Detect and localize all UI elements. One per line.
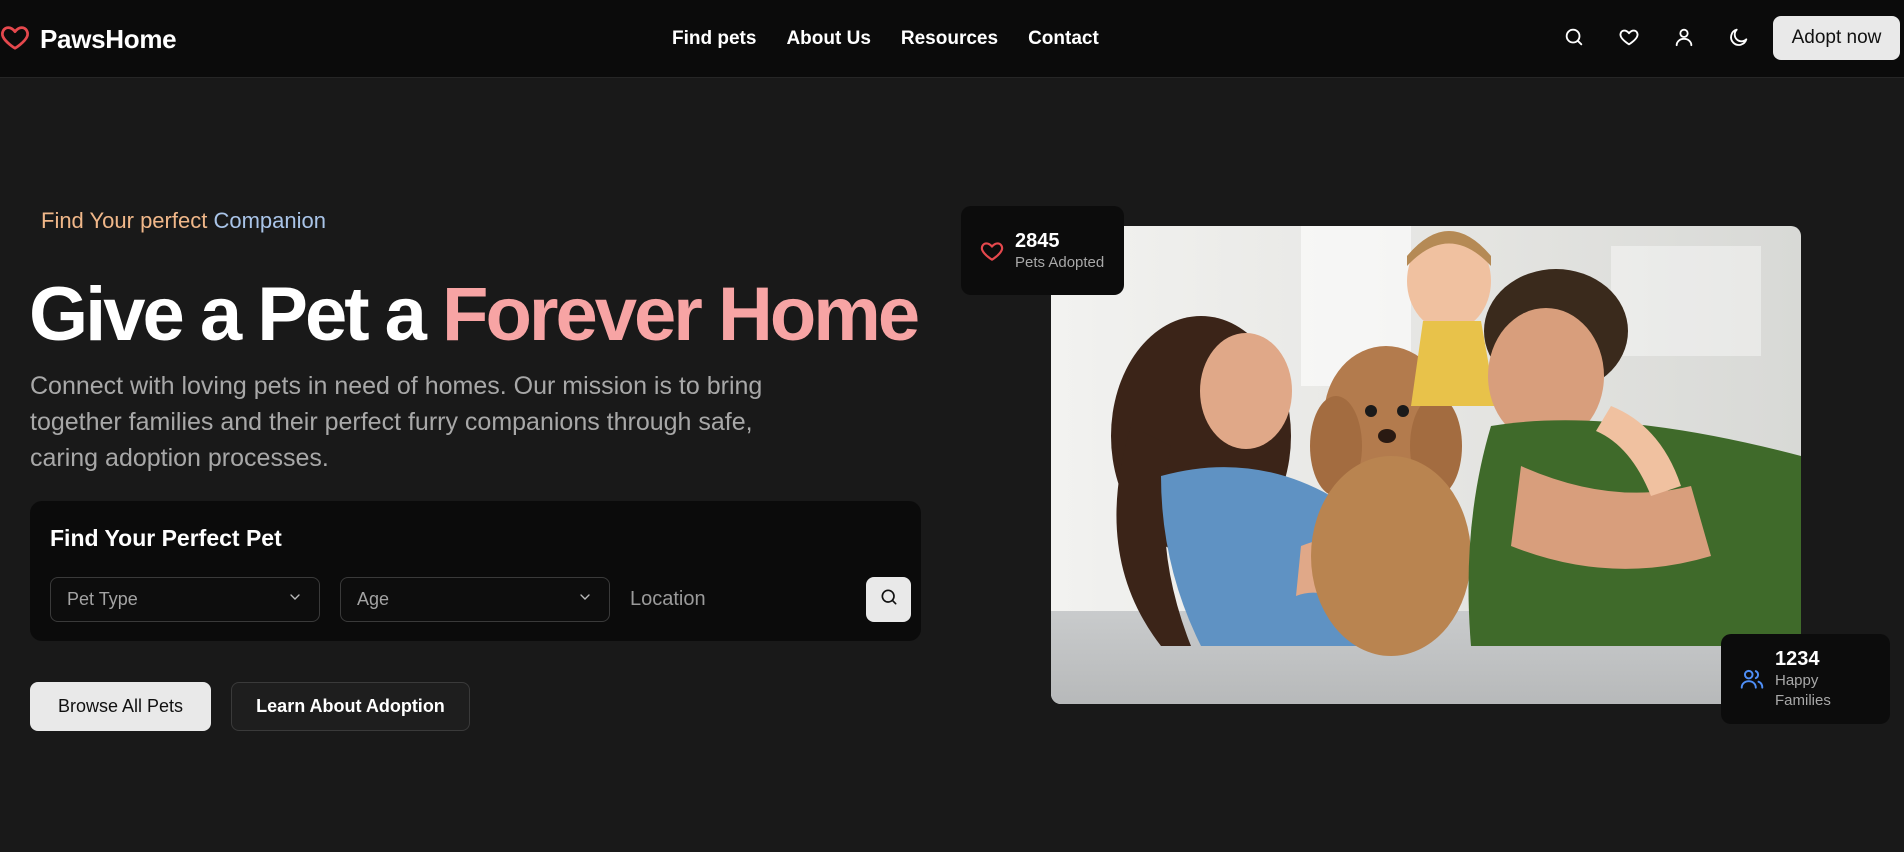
search-icon[interactable] [1563, 26, 1585, 48]
nav-link-resources[interactable]: Resources [901, 28, 998, 50]
stat-value: 2845 [1015, 229, 1060, 252]
navbar: PawsHome Find pets About Us Resources Co… [0, 0, 1904, 78]
stat-pets-adopted: 2845 Pets Adopted [961, 206, 1124, 295]
stat-label: Happy Families [1775, 672, 1831, 709]
hero-description: Connect with loving pets in need of home… [30, 372, 763, 472]
hero-tagline: Find Your perfect Companion [41, 208, 326, 234]
headline-part-1: Give a Pet a [29, 272, 443, 357]
stat-value: 1234 [1775, 648, 1820, 670]
brand-logo[interactable]: PawsHome [0, 22, 177, 57]
age-value: Age [357, 589, 390, 609]
user-icon[interactable] [1673, 26, 1695, 48]
hero-headline: Give a Pet a Forever Home [29, 270, 920, 360]
search-submit-button[interactable] [866, 577, 911, 622]
headline-accent: Forever Home [442, 272, 920, 357]
chevron-down-icon [287, 589, 303, 610]
stat-text: 2845 Pets Adopted [1015, 229, 1104, 273]
search-icon [879, 587, 899, 612]
nav-link-contact[interactable]: Contact [1028, 28, 1099, 50]
browse-all-pets-button[interactable]: Browse All Pets [30, 682, 211, 731]
heart-icon[interactable] [1618, 26, 1640, 48]
hero-family-photo [1051, 226, 1801, 704]
brand-name: PawsHome [40, 24, 177, 54]
nav-link-find-pets[interactable]: Find pets [672, 28, 756, 50]
nav-icon-group [1563, 26, 1750, 48]
stat-text: 1234 Happy Families [1775, 647, 1872, 711]
tagline-part-1: Find Your perfect [41, 208, 208, 233]
chevron-down-icon [577, 589, 593, 610]
heart-icon [0, 22, 30, 57]
age-select[interactable]: Age [340, 577, 610, 622]
pet-type-value: Pet Type [67, 589, 138, 609]
users-icon [1739, 666, 1765, 692]
moon-icon[interactable] [1728, 26, 1750, 48]
tagline-part-2: Companion [207, 208, 326, 233]
pet-search-card: Find Your Perfect Pet Pet Type Age [30, 501, 921, 641]
stat-label: Pets Adopted [1015, 253, 1105, 271]
heart-icon [979, 238, 1005, 264]
pet-type-select[interactable]: Pet Type [50, 577, 320, 622]
stat-happy-families: 1234 Happy Families [1721, 634, 1890, 724]
main-nav: Find pets About Us Resources Contact [672, 28, 1099, 50]
adopt-now-button[interactable]: Adopt now [1773, 16, 1900, 60]
learn-about-adoption-button[interactable]: Learn About Adoption [231, 682, 470, 731]
location-input[interactable] [630, 577, 870, 622]
search-card-title: Find Your Perfect Pet [50, 525, 282, 551]
nav-link-about-us[interactable]: About Us [786, 28, 870, 50]
